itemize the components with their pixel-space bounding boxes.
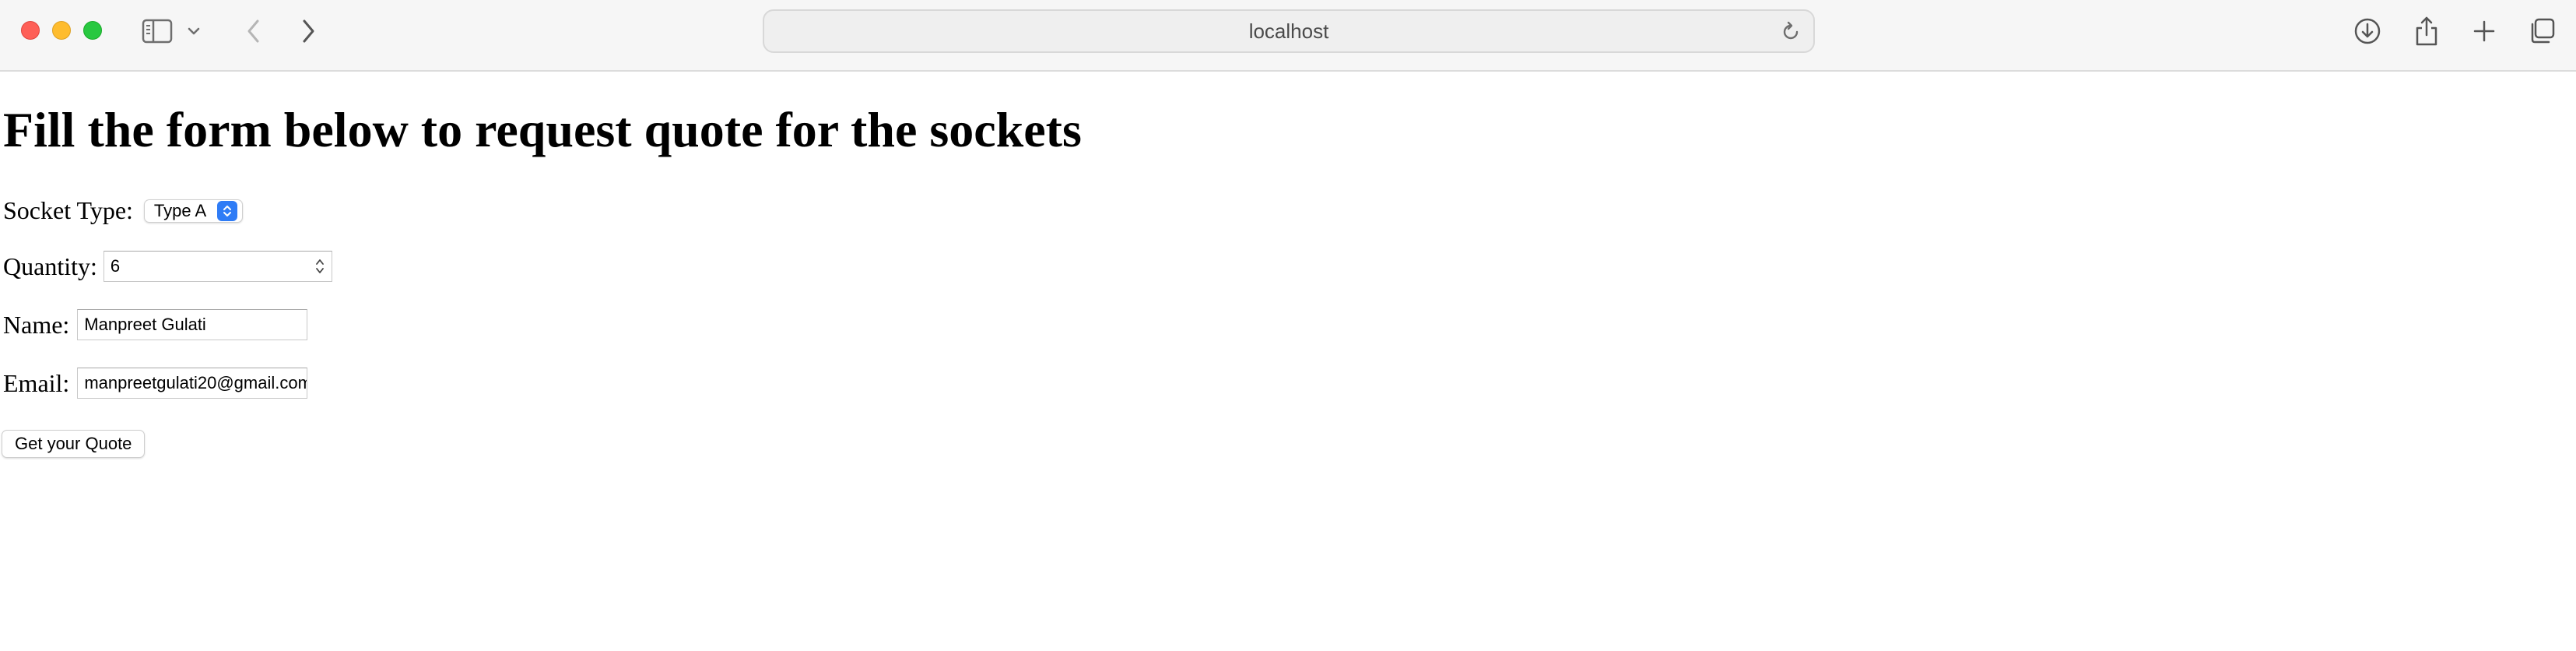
download-icon[interactable] bbox=[2350, 14, 2385, 48]
window-minimize-button[interactable] bbox=[52, 21, 71, 40]
window-maximize-button[interactable] bbox=[83, 21, 102, 40]
url-text: localhost bbox=[1248, 19, 1329, 43]
address-bar[interactable]: localhost bbox=[763, 9, 1815, 53]
name-field[interactable]: Manpreet Gulati bbox=[77, 309, 308, 340]
email-value: manpreetgulati20@gmail.com bbox=[84, 373, 308, 392]
share-icon[interactable] bbox=[2409, 14, 2444, 48]
page-title: Fill the form below to request quote for… bbox=[3, 102, 1082, 157]
socket-type-row: Socket Type: Type A bbox=[3, 196, 244, 225]
socket-type-select[interactable]: Type A bbox=[143, 199, 244, 223]
chevron-left-icon[interactable] bbox=[237, 14, 271, 48]
email-row: Email: manpreetgulati20@gmail.com bbox=[3, 368, 308, 399]
email-label: Email: bbox=[3, 368, 70, 397]
reload-icon[interactable] bbox=[1779, 20, 1802, 44]
plus-icon[interactable] bbox=[2467, 14, 2501, 48]
quantity-row: Quantity: 6 bbox=[3, 251, 332, 282]
name-label: Name: bbox=[3, 310, 70, 339]
browser-toolbar: localhost bbox=[0, 0, 2576, 72]
chevron-down-icon[interactable] bbox=[182, 14, 205, 48]
name-row: Name: Manpreet Gulati bbox=[3, 309, 308, 340]
sidebar-icon[interactable] bbox=[140, 14, 174, 48]
get-quote-button[interactable]: Get your Quote bbox=[2, 430, 146, 458]
quantity-value: 6 bbox=[110, 256, 121, 276]
chevron-right-icon[interactable] bbox=[291, 14, 325, 48]
quantity-label: Quantity: bbox=[3, 252, 97, 280]
select-arrows-icon bbox=[217, 200, 238, 221]
tab-overview-icon[interactable] bbox=[2525, 14, 2559, 48]
stepper-arrows-icon[interactable] bbox=[314, 256, 325, 276]
email-field[interactable]: manpreetgulati20@gmail.com bbox=[77, 368, 308, 399]
window-close-button[interactable] bbox=[21, 21, 40, 40]
socket-type-value: Type A bbox=[153, 200, 207, 220]
socket-type-label: Socket Type: bbox=[3, 196, 133, 224]
name-value: Manpreet Gulati bbox=[84, 315, 206, 334]
page-content: Fill the form below to request quote for… bbox=[0, 72, 2576, 651]
quantity-stepper[interactable]: 6 bbox=[103, 251, 332, 282]
